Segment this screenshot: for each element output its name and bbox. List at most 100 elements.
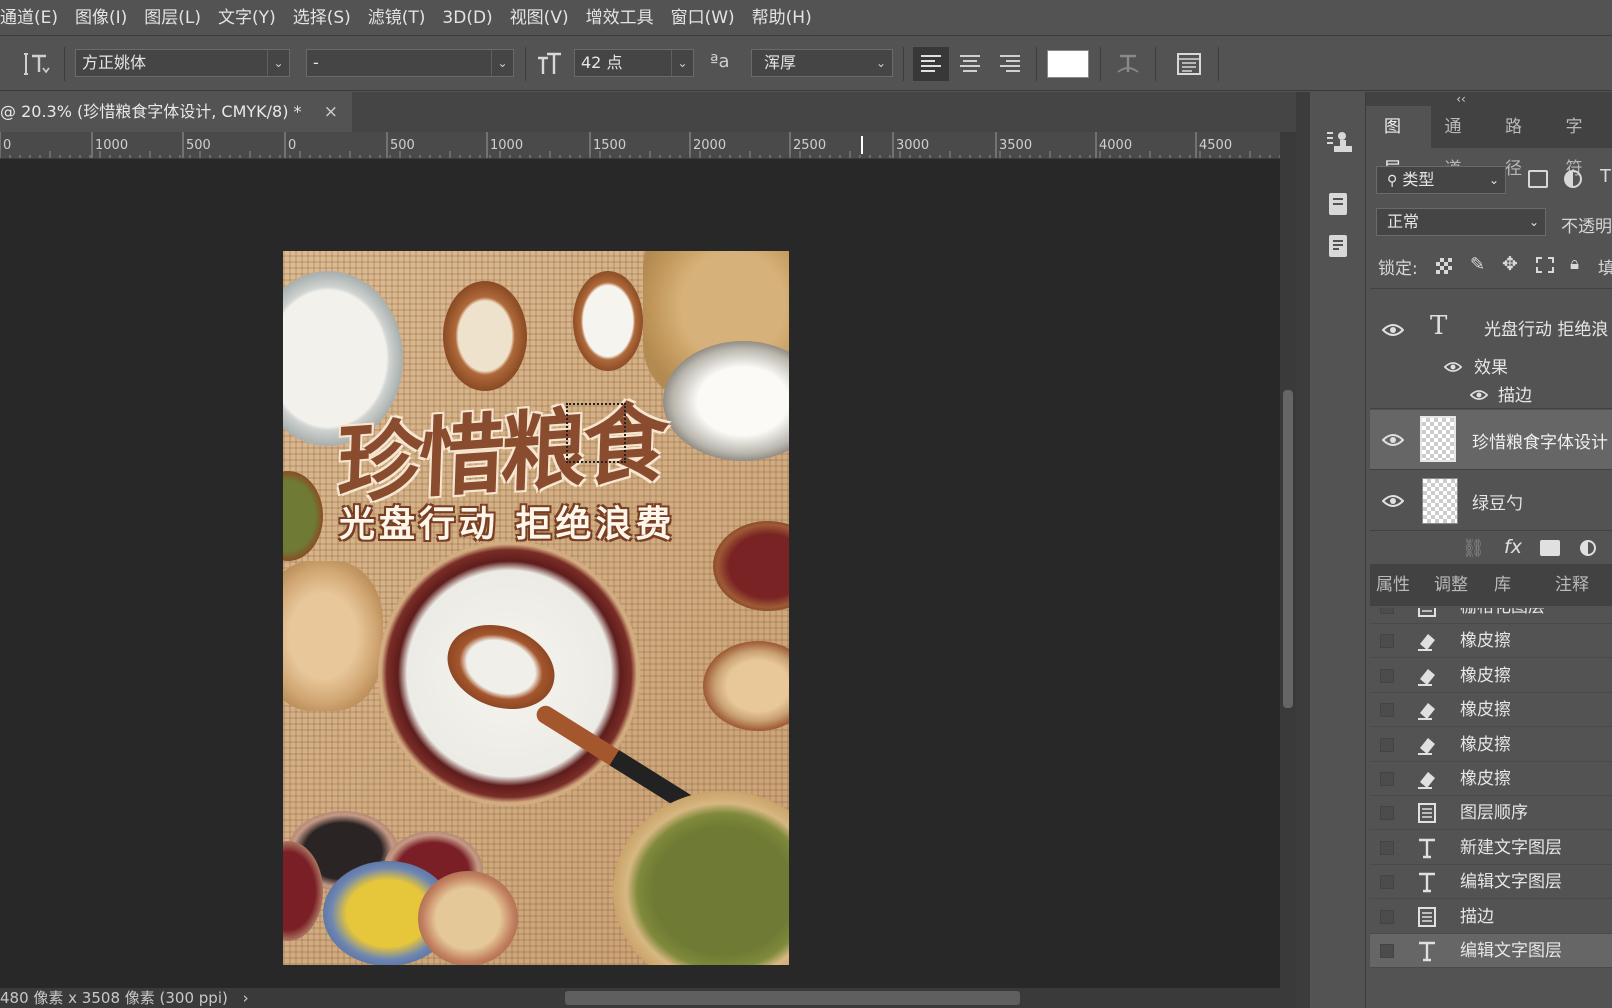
menu-filter[interactable]: 滤镜(T): [359, 0, 434, 36]
lock-transparent-icon[interactable]: [1436, 258, 1452, 274]
document-size-info[interactable]: 480 像素 x 3508 像素 (300 ppi): [0, 989, 228, 1007]
menu-window[interactable]: 窗口(W): [662, 0, 743, 36]
character-panel-icon[interactable]: [1175, 50, 1203, 78]
lock-position-icon[interactable]: ✥: [1502, 253, 1518, 275]
adjustment-layer-icon[interactable]: [1580, 540, 1596, 556]
align-left-button[interactable]: [913, 47, 949, 81]
history-step[interactable]: 橡皮擦: [1370, 693, 1612, 728]
eye-icon[interactable]: [1382, 433, 1404, 447]
tab-channels[interactable]: 通道: [1431, 106, 1492, 179]
mask-icon[interactable]: [1540, 540, 1560, 556]
tab-adjustments[interactable]: 调整: [1420, 564, 1482, 606]
filter-image-icon[interactable]: [1528, 170, 1548, 188]
history-step[interactable]: 编辑文字图层: [1370, 934, 1612, 968]
menu-view[interactable]: 视图(V): [501, 0, 577, 36]
canvas-area[interactable]: 珍惜粮食 光盘行动 拒绝浪费: [0, 159, 1280, 988]
text-color-swatch[interactable]: [1047, 50, 1089, 78]
menu-3d[interactable]: 3D(D): [433, 0, 500, 36]
history-snapshot-checkbox[interactable]: [1380, 840, 1394, 855]
layer-row-mungbean-spoon[interactable]: 绿豆勺: [1370, 471, 1612, 531]
grain-sack: [283, 561, 383, 711]
tab-layers[interactable]: 图层: [1370, 106, 1431, 179]
font-family-select[interactable]: 方正姚体 ⌄: [75, 49, 290, 77]
tab-notes[interactable]: 注释: [1541, 564, 1603, 606]
history-step[interactable]: 橡皮擦: [1370, 659, 1612, 693]
layers-panel-tabs: 图层 通道 路径 字符: [1370, 106, 1612, 179]
anti-alias-select[interactable]: 浑厚 ⌄: [751, 49, 893, 77]
history-step[interactable]: 新建文字图层: [1370, 831, 1612, 865]
menu-plugins[interactable]: 增效工具: [577, 0, 662, 36]
status-arrow-icon[interactable]: ›: [243, 989, 249, 1007]
eye-icon[interactable]: [1470, 389, 1488, 401]
eye-icon[interactable]: [1382, 494, 1404, 508]
history-snapshot-checkbox[interactable]: [1380, 806, 1394, 821]
blend-mode-select[interactable]: 正常 ⌄: [1376, 208, 1546, 236]
warp-text-icon[interactable]: [1114, 50, 1142, 78]
font-style-select[interactable]: - ⌄: [306, 49, 514, 77]
status-bar: 480 像素 x 3508 像素 (300 ppi) ›: [0, 988, 1296, 1008]
ruler-label: 2500: [793, 138, 826, 153]
history-step[interactable]: 橡皮擦: [1370, 728, 1612, 762]
menu-layer[interactable]: 图层(L): [135, 0, 209, 36]
vertical-scrollbar[interactable]: [1280, 132, 1296, 988]
history-snapshot-checkbox[interactable]: [1380, 608, 1394, 614]
menu-image[interactable]: 图像(I): [66, 0, 135, 36]
history-snapshot-checkbox[interactable]: [1380, 668, 1394, 683]
document-icon: [1416, 802, 1438, 824]
align-right-icon: [1000, 55, 1020, 72]
menu-help[interactable]: 帮助(H): [743, 0, 820, 36]
text-cursor-box: [566, 403, 626, 463]
tab-paths[interactable]: 路径: [1491, 106, 1552, 179]
history-step[interactable]: 栅格化图层: [1370, 608, 1612, 624]
align-right-button[interactable]: [992, 47, 1028, 81]
history-snapshot-checkbox[interactable]: [1380, 909, 1394, 924]
layer-row-headline[interactable]: 珍惜粮食字体设计: [1370, 410, 1612, 470]
horizontal-scrollbar-thumb[interactable]: [565, 991, 1020, 1005]
history-step[interactable]: 橡皮擦: [1370, 762, 1612, 796]
fx-icon[interactable]: fx: [1504, 536, 1522, 558]
menu-select[interactable]: 选择(S): [284, 0, 359, 36]
text-tool-icon: [1416, 871, 1438, 893]
close-icon[interactable]: ×: [324, 92, 338, 132]
history-step-label: 图层顺序: [1460, 803, 1528, 824]
filter-adjustment-icon[interactable]: [1564, 170, 1582, 188]
eye-icon[interactable]: [1382, 323, 1404, 337]
subline-text[interactable]: 光盘行动 拒绝浪费: [339, 495, 759, 547]
ruler-label: 0: [288, 138, 296, 153]
document-tab[interactable]: @ 20.3% (珍惜粮食字体设计, CMYK/8) * ×: [0, 92, 352, 132]
layer-filter-select[interactable]: ⚲ 类型 ⌄: [1376, 166, 1506, 194]
history-snapshot-checkbox[interactable]: [1380, 772, 1394, 786]
menu-channel[interactable]: 通道(E): [0, 0, 66, 36]
align-center-button[interactable]: [952, 47, 988, 81]
glyph-panel-icon[interactable]: [1324, 190, 1352, 218]
history-step[interactable]: 描边: [1370, 900, 1612, 934]
text-orientation-icon[interactable]: [22, 50, 50, 78]
history-step[interactable]: 橡皮擦: [1370, 624, 1612, 659]
tab-properties[interactable]: 属性: [1370, 564, 1420, 606]
ruler-label: 3000: [896, 138, 929, 153]
lock-pixels-icon[interactable]: ✎: [1470, 254, 1485, 275]
eye-icon[interactable]: [1444, 361, 1462, 373]
menu-type[interactable]: 文字(Y): [209, 0, 284, 36]
history-snapshot-checkbox[interactable]: [1380, 634, 1394, 649]
font-size-input[interactable]: 42 点 ⌄: [574, 49, 694, 77]
tab-character[interactable]: 字符: [1552, 106, 1612, 179]
filter-type-icon[interactable]: T: [1600, 166, 1611, 187]
poster-artwork[interactable]: 珍惜粮食 光盘行动 拒绝浪费: [283, 251, 789, 965]
history-step[interactable]: 编辑文字图层: [1370, 865, 1612, 900]
vertical-scrollbar-thumb[interactable]: [1283, 390, 1293, 708]
lock-all-icon[interactable]: 🔒︎: [1570, 254, 1579, 274]
history-snapshot-checkbox[interactable]: [1380, 737, 1394, 752]
history-step[interactable]: 图层顺序: [1370, 796, 1612, 831]
history-snapshot-checkbox[interactable]: [1380, 703, 1394, 718]
clone-source-icon[interactable]: [1324, 128, 1352, 156]
paragraph-panel-icon[interactable]: [1324, 232, 1352, 260]
eraser-icon: [1416, 665, 1438, 687]
chevron-down-icon: ⌄: [875, 56, 887, 70]
history-snapshot-checkbox[interactable]: [1380, 875, 1394, 890]
lock-artboard-icon[interactable]: [1536, 257, 1554, 273]
layer-row-subline[interactable]: T 光盘行动 拒绝浪 效果 描边: [1370, 289, 1612, 409]
tab-libraries[interactable]: 库: [1482, 564, 1541, 606]
link-icon[interactable]: ⛓︎: [1462, 538, 1485, 559]
history-snapshot-checkbox[interactable]: [1380, 944, 1394, 958]
